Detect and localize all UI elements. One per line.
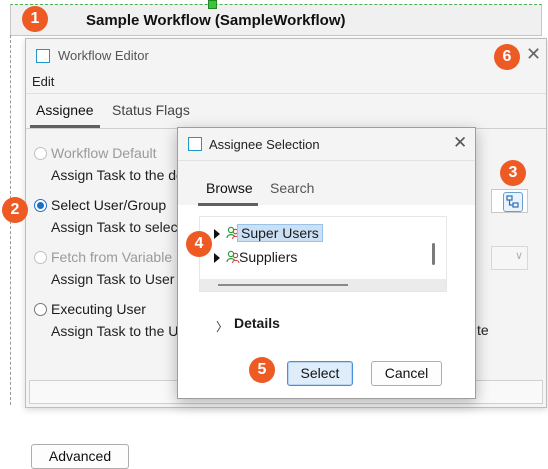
dialog-titlebar[interactable]: Assignee Selection ✕ xyxy=(178,128,475,161)
editor-titlebar[interactable]: Workflow Editor ✕ xyxy=(26,39,546,71)
close-icon[interactable]: ✕ xyxy=(453,133,467,153)
editor-tabs: Assignee Status Flags xyxy=(26,94,546,129)
callout-6: 6 xyxy=(494,44,520,70)
select-button[interactable]: Select xyxy=(287,361,353,386)
active-tab-indicator xyxy=(198,203,258,206)
option-label: Executing User xyxy=(51,301,146,317)
option-label: Fetch from Variable xyxy=(51,249,173,265)
option-description: Assign Task to the Us xyxy=(51,323,186,339)
option-label: Select User/Group xyxy=(51,197,167,213)
browse-assignee-button[interactable] xyxy=(503,192,523,212)
tab-search[interactable]: Search xyxy=(270,180,314,196)
callout-5: 5 xyxy=(249,357,275,383)
tree-item-label: Super Users xyxy=(237,224,323,242)
workflow-title: Sample Workflow (SampleWorkflow) xyxy=(86,12,346,29)
option-description: Assign Task to the de xyxy=(51,167,184,183)
workflow-canvas-header: Sample Workflow (SampleWorkflow) xyxy=(10,0,542,36)
tree-item-label: Suppliers xyxy=(239,249,298,265)
radio-fetch-from-variable[interactable] xyxy=(34,251,47,264)
option-description: Assign Task to selecte xyxy=(51,219,190,235)
details-label: Details xyxy=(234,315,280,331)
chevron-right-icon: 〉 xyxy=(216,320,229,334)
window-icon xyxy=(36,49,50,63)
close-icon[interactable]: ✕ xyxy=(526,44,541,65)
callout-1: 1 xyxy=(22,6,48,32)
radio-select-user-group[interactable] xyxy=(34,199,47,212)
option-description: Assign Task to User o xyxy=(51,271,187,287)
callout-4: 4 xyxy=(186,231,212,257)
active-tab-indicator xyxy=(30,125,100,128)
chevron-down-icon: ∨ xyxy=(514,249,523,262)
callout-2: 2 xyxy=(2,197,28,223)
dialog-title: Assignee Selection xyxy=(209,137,320,152)
window-icon xyxy=(188,137,202,151)
user-group-icon xyxy=(226,250,240,264)
tab-browse[interactable]: Browse xyxy=(206,180,253,196)
assignee-selection-dialog: Assignee Selection ✕ Browse Search Super… xyxy=(177,127,476,399)
callout-3: 3 xyxy=(500,160,526,186)
dialog-tabs: Browse Search xyxy=(178,161,475,206)
option-label: Workflow Default xyxy=(51,145,157,161)
horizontal-scrollbar[interactable] xyxy=(218,284,348,286)
tree-item-super-users[interactable]: Super Users xyxy=(214,224,414,244)
expand-arrow-icon[interactable] xyxy=(214,253,220,263)
tree-picker-icon xyxy=(506,195,519,208)
tab-status-flags[interactable]: Status Flags xyxy=(112,102,190,118)
vertical-scrollbar[interactable] xyxy=(432,243,435,265)
node-handle[interactable] xyxy=(208,0,217,9)
menu-bar: Edit xyxy=(26,71,546,94)
radio-executing-user[interactable] xyxy=(34,303,47,316)
option-description-suffix: te xyxy=(477,322,489,338)
variable-select: ∨ xyxy=(491,246,528,270)
advanced-button[interactable]: Advanced xyxy=(31,444,129,469)
radio-workflow-default[interactable] xyxy=(34,147,47,160)
expand-arrow-icon[interactable] xyxy=(214,229,220,239)
assignee-tree[interactable]: Super Users Suppliers xyxy=(199,216,447,292)
menu-edit[interactable]: Edit xyxy=(32,74,54,89)
horizontal-scrollbar-track xyxy=(200,279,446,291)
tree-item-suppliers[interactable]: Suppliers xyxy=(214,248,414,268)
cancel-button[interactable]: Cancel xyxy=(371,361,442,386)
tab-assignee[interactable]: Assignee xyxy=(36,102,94,118)
editor-title: Workflow Editor xyxy=(58,48,149,63)
